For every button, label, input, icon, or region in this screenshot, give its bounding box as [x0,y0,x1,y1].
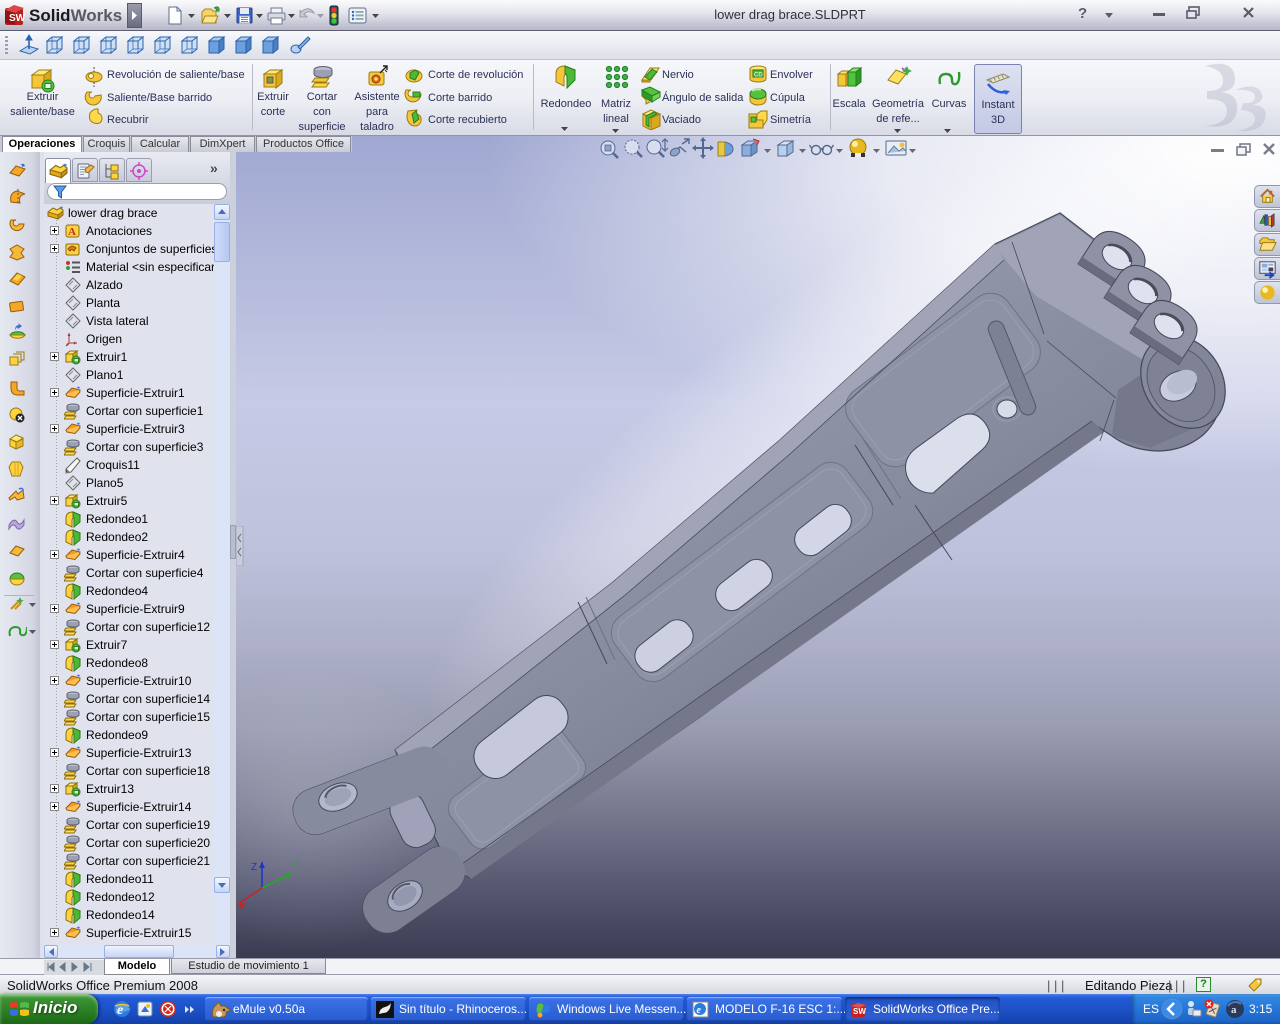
svg-text:SW: SW [9,13,26,24]
svg-text:SW: SW [853,1007,866,1016]
svg-text:a: a [1231,1004,1237,1016]
svg-text:Z: Z [251,862,257,873]
svg-text:Y: Y [292,860,299,871]
svg-text:CD: CD [754,73,763,79]
svg-text:e: e [697,1005,702,1016]
